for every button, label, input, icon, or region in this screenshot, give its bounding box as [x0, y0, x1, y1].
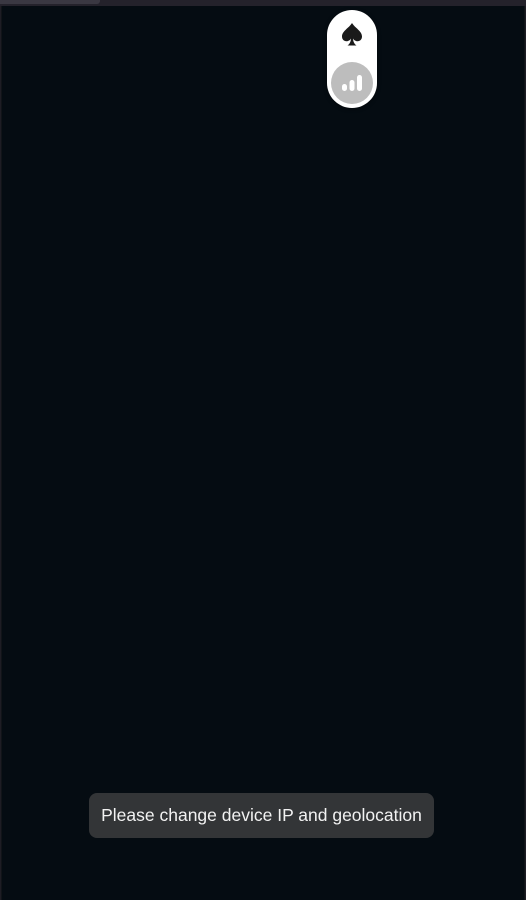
- top-bar-tab[interactable]: [0, 0, 100, 4]
- app-viewport: [1, 6, 525, 900]
- spade-icon: [342, 23, 362, 46]
- toast-message: Please change device IP and geolocation: [101, 805, 422, 825]
- spade-button[interactable]: [331, 14, 373, 56]
- floating-menu: [327, 10, 377, 108]
- stats-button[interactable]: [331, 62, 373, 104]
- signal-bars-icon: [342, 75, 362, 91]
- toast-notification: Please change device IP and geolocation: [89, 793, 434, 838]
- app-window: Please change device IP and geolocation: [0, 0, 526, 900]
